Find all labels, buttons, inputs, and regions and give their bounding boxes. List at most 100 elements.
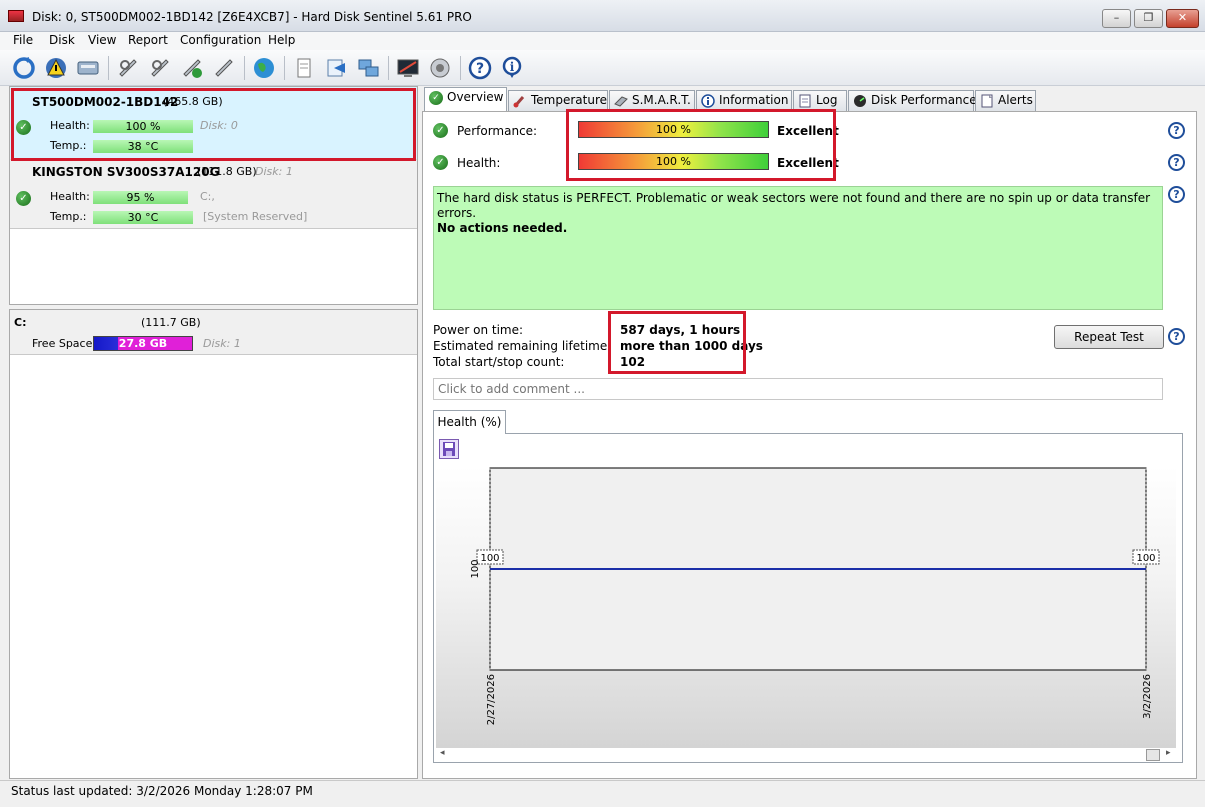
close-button[interactable]: ✕: [1166, 9, 1199, 28]
tab-temperature[interactable]: Temperature: [508, 90, 608, 111]
gauge-icon: [854, 95, 866, 107]
performance-label: Performance:: [457, 124, 538, 138]
monitor-icon[interactable]: [395, 55, 421, 81]
power-on-value: 587 days, 1 hours: [620, 323, 741, 337]
menu-report[interactable]: Report: [128, 33, 168, 47]
toolbar: ? i: [0, 50, 1205, 86]
surface-test-icon[interactable]: [147, 55, 173, 81]
tab-information[interactable]: Information: [696, 90, 792, 111]
globe-icon[interactable]: [251, 55, 277, 81]
disk-size: (465.8 GB): [163, 95, 223, 108]
scroll-thumb[interactable]: [1146, 749, 1160, 761]
disk-index: Disk: 0: [200, 119, 238, 132]
network-icon[interactable]: [355, 55, 381, 81]
status-bar: Status last updated: 3/2/2026 Monday 1:2…: [0, 780, 1205, 807]
menu-disk[interactable]: Disk: [49, 33, 75, 47]
scroll-left-icon[interactable]: ◂: [440, 748, 445, 758]
drive-letters: C:,: [200, 190, 215, 203]
overview-tab-icon: ✓: [429, 91, 443, 105]
tab-log[interactable]: Log: [793, 90, 847, 111]
temp-bar: 38 °C: [93, 140, 193, 153]
data-label: 100: [480, 553, 499, 564]
volume-letter: C:: [14, 316, 27, 329]
data-label: 100: [1136, 553, 1155, 564]
menu-view[interactable]: View: [88, 33, 116, 47]
repeat-test-button[interactable]: Repeat Test: [1054, 325, 1164, 349]
disk-size: (111.8 GB): [197, 165, 257, 178]
free-space-label: Free Space: [32, 337, 93, 350]
disk-item-1[interactable]: KINGSTON SV300S37A120G (111.8 GB) Disk: …: [10, 159, 417, 229]
refresh-icon[interactable]: [11, 55, 37, 81]
svg-text:?: ?: [476, 61, 484, 77]
performance-bar: 100 %: [578, 121, 769, 138]
volume-panel: C: (111.7 GB) Free Space 27.8 GB Disk: 1: [9, 309, 418, 779]
status-help-icon[interactable]: ?: [1168, 186, 1185, 203]
overview-panel: ✓ Performance: 100 % Excellent ? ✓ Healt…: [422, 111, 1197, 779]
performance-ok-icon: ✓: [433, 123, 448, 138]
y-tick-label: 100: [470, 559, 481, 578]
tab-label: Alerts: [998, 93, 1033, 107]
chart-container: 100 100 100 2/27/2026 3/2/2026 ◂ ▸: [433, 433, 1183, 763]
status-text: The hard disk status is PERFECT. Problem…: [437, 191, 1151, 220]
disk-index: Disk: 1: [255, 165, 293, 178]
report-icon[interactable]: [291, 55, 317, 81]
svg-text:i: i: [510, 60, 515, 74]
tab-label: S.M.A.R.T.: [632, 93, 691, 107]
tab-health-chart[interactable]: Health (%): [433, 410, 506, 434]
alerts-icon: [981, 94, 993, 108]
test-disk-icon[interactable]: [115, 55, 141, 81]
health-ok-icon: ✓: [433, 155, 448, 170]
repeat-test-help-icon[interactable]: ?: [1168, 328, 1185, 345]
menu-bar: File Disk View Report Configuration Help: [0, 32, 1205, 50]
disk-item-0[interactable]: ST500DM002-1BD142 (465.8 GB) ✓ Health: 1…: [10, 87, 417, 159]
lifetime-label: Estimated remaining lifetime:: [433, 339, 612, 353]
status-bar-text: Status last updated: 3/2/2026 Monday 1:2…: [11, 784, 313, 798]
performance-help-icon[interactable]: ?: [1168, 122, 1185, 139]
info-icon[interactable]: i: [499, 55, 525, 81]
log-icon: [799, 94, 811, 108]
chart-scrollbar[interactable]: ◂ ▸: [436, 748, 1176, 762]
volume-item[interactable]: C: (111.7 GB) Free Space 27.8 GB Disk: 1: [10, 310, 417, 355]
tab-label: Log: [816, 93, 838, 107]
menu-configuration[interactable]: Configuration: [180, 33, 261, 47]
tab-alerts[interactable]: Alerts: [975, 90, 1036, 111]
tab-label: Overview: [447, 90, 504, 104]
temp-bar: 30 °C: [93, 211, 193, 224]
menu-file[interactable]: File: [13, 33, 33, 47]
free-space-value: 27.8 GB: [118, 337, 168, 350]
health-label: Health:: [50, 119, 90, 132]
tab-label: Temperature: [531, 93, 608, 107]
tab-smart[interactable]: S.M.A.R.T.: [609, 90, 695, 111]
tab-disk-performance[interactable]: Disk Performance: [848, 90, 977, 111]
startstop-value: 102: [620, 355, 646, 369]
warning-icon[interactable]: [43, 55, 69, 81]
status-ok-icon: ✓: [16, 120, 31, 135]
minimize-button[interactable]: –: [1102, 9, 1131, 28]
send-report-icon[interactable]: [323, 55, 349, 81]
disk-list-panel: ST500DM002-1BD142 (465.8 GB) ✓ Health: 1…: [9, 86, 418, 305]
short-test-icon[interactable]: [179, 55, 205, 81]
health-chart: 100 1001002/27/2026 3/2/2026: [470, 467, 1160, 725]
status-text-box: The hard disk status is PERFECT. Problem…: [433, 186, 1163, 310]
speaker-icon[interactable]: [427, 55, 453, 81]
disk-name: ST500DM002-1BD142: [32, 95, 179, 109]
maximize-button[interactable]: ❐: [1134, 9, 1163, 28]
health-help-icon[interactable]: ?: [1168, 154, 1185, 171]
partition-label: [System Reserved]: [203, 210, 308, 223]
help-icon[interactable]: ?: [467, 55, 493, 81]
comment-input[interactable]: [433, 378, 1163, 400]
chart-area: 100 100 100 2/27/2026 3/2/2026: [436, 466, 1176, 748]
actions-text: No actions needed.: [437, 221, 568, 235]
title-bar: Disk: 0, ST500DM002-1BD142 [Z6E4XCB7] - …: [0, 0, 1205, 32]
status-ok-icon: ✓: [16, 191, 31, 206]
scroll-right-icon[interactable]: ▸: [1166, 748, 1171, 758]
tab-overview[interactable]: ✓ Overview: [424, 87, 507, 112]
save-chart-icon[interactable]: [439, 439, 459, 459]
health-bar: 100 %: [93, 120, 193, 133]
lifetime-value: more than 1000 days: [620, 339, 763, 353]
extended-test-icon[interactable]: [211, 55, 237, 81]
drive-icon[interactable]: [75, 55, 101, 81]
health-rating: Excellent: [777, 156, 839, 170]
menu-help[interactable]: Help: [268, 33, 295, 47]
volume-disk-index: Disk: 1: [203, 337, 241, 350]
